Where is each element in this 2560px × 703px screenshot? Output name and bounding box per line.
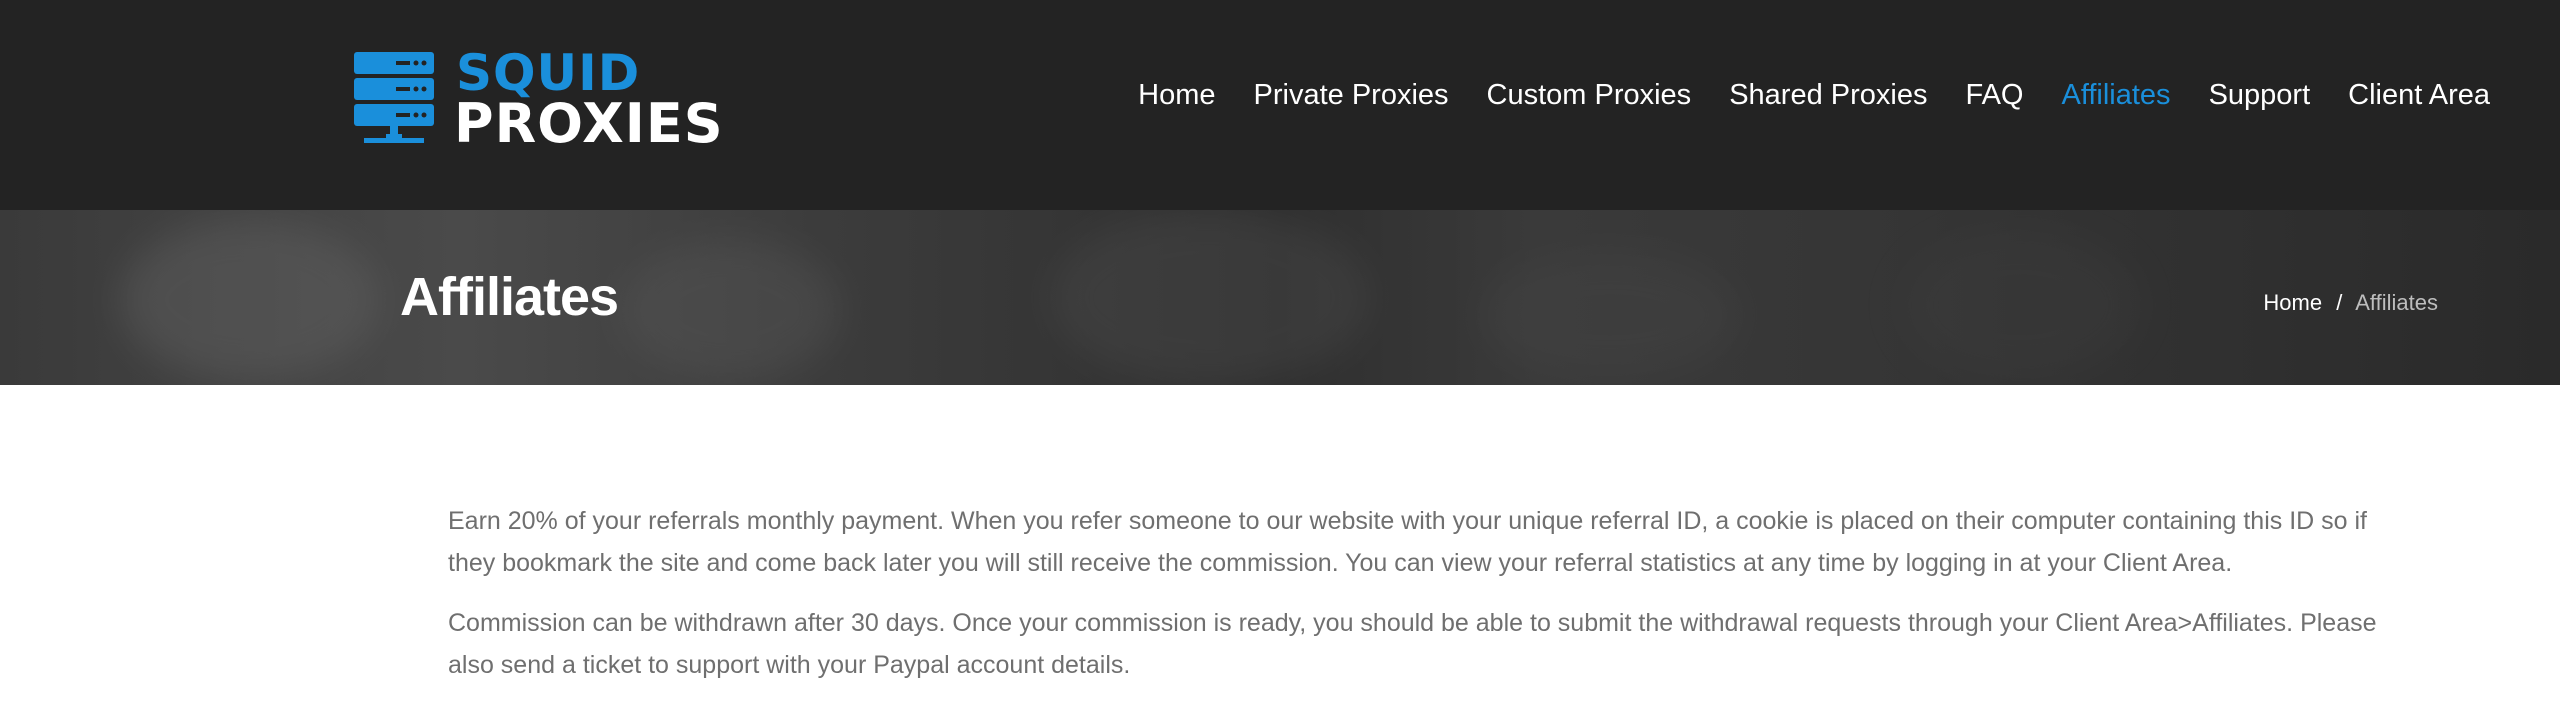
- nav-item-affiliates[interactable]: Affiliates: [2061, 79, 2170, 112]
- nav-item-client-area[interactable]: Client Area: [2348, 79, 2490, 112]
- banner-background-shape: [1050, 210, 1370, 385]
- breadcrumb: Home / Affiliates: [2263, 290, 2438, 316]
- nav-item-shared-proxies[interactable]: Shared Proxies: [1729, 79, 1927, 112]
- nav-item-support[interactable]: Support: [2209, 79, 2311, 112]
- server-stack-icon: [354, 52, 434, 143]
- breadcrumb-home-link[interactable]: Home: [2263, 290, 2322, 315]
- page-banner: Affiliates Home / Affiliates: [0, 210, 2560, 385]
- main-nav: Home Private Proxies Custom Proxies Shar…: [1100, 75, 2490, 115]
- main-content: Earn 20% of your referrals monthly payme…: [448, 500, 2398, 703]
- nav-item-home[interactable]: Home: [1138, 79, 1215, 112]
- page-title: Affiliates: [400, 267, 619, 327]
- banner-background-shape: [120, 220, 380, 380]
- content-paragraph: Earn 20% of your referrals monthly payme…: [448, 507, 2367, 577]
- nav-item-faq[interactable]: FAQ: [1965, 79, 2023, 112]
- nav-item-custom-proxies[interactable]: Custom Proxies: [1487, 79, 1692, 112]
- site-header: SQUID PROXIES Home Private Proxies Custo…: [0, 0, 2560, 210]
- breadcrumb-current: Affiliates: [2355, 290, 2438, 315]
- banner-background-shape: [620, 240, 840, 380]
- banner-background-shape: [1480, 250, 1740, 380]
- banner-background-shape: [1900, 230, 2140, 380]
- logo-text-proxies: PROXIES: [454, 92, 724, 155]
- site-logo[interactable]: SQUID PROXIES: [352, 44, 772, 155]
- nav-item-private-proxies[interactable]: Private Proxies: [1254, 79, 1449, 112]
- content-paragraph: Commission can be withdrawn after 30 day…: [448, 609, 2377, 679]
- breadcrumb-separator: /: [2336, 290, 2343, 315]
